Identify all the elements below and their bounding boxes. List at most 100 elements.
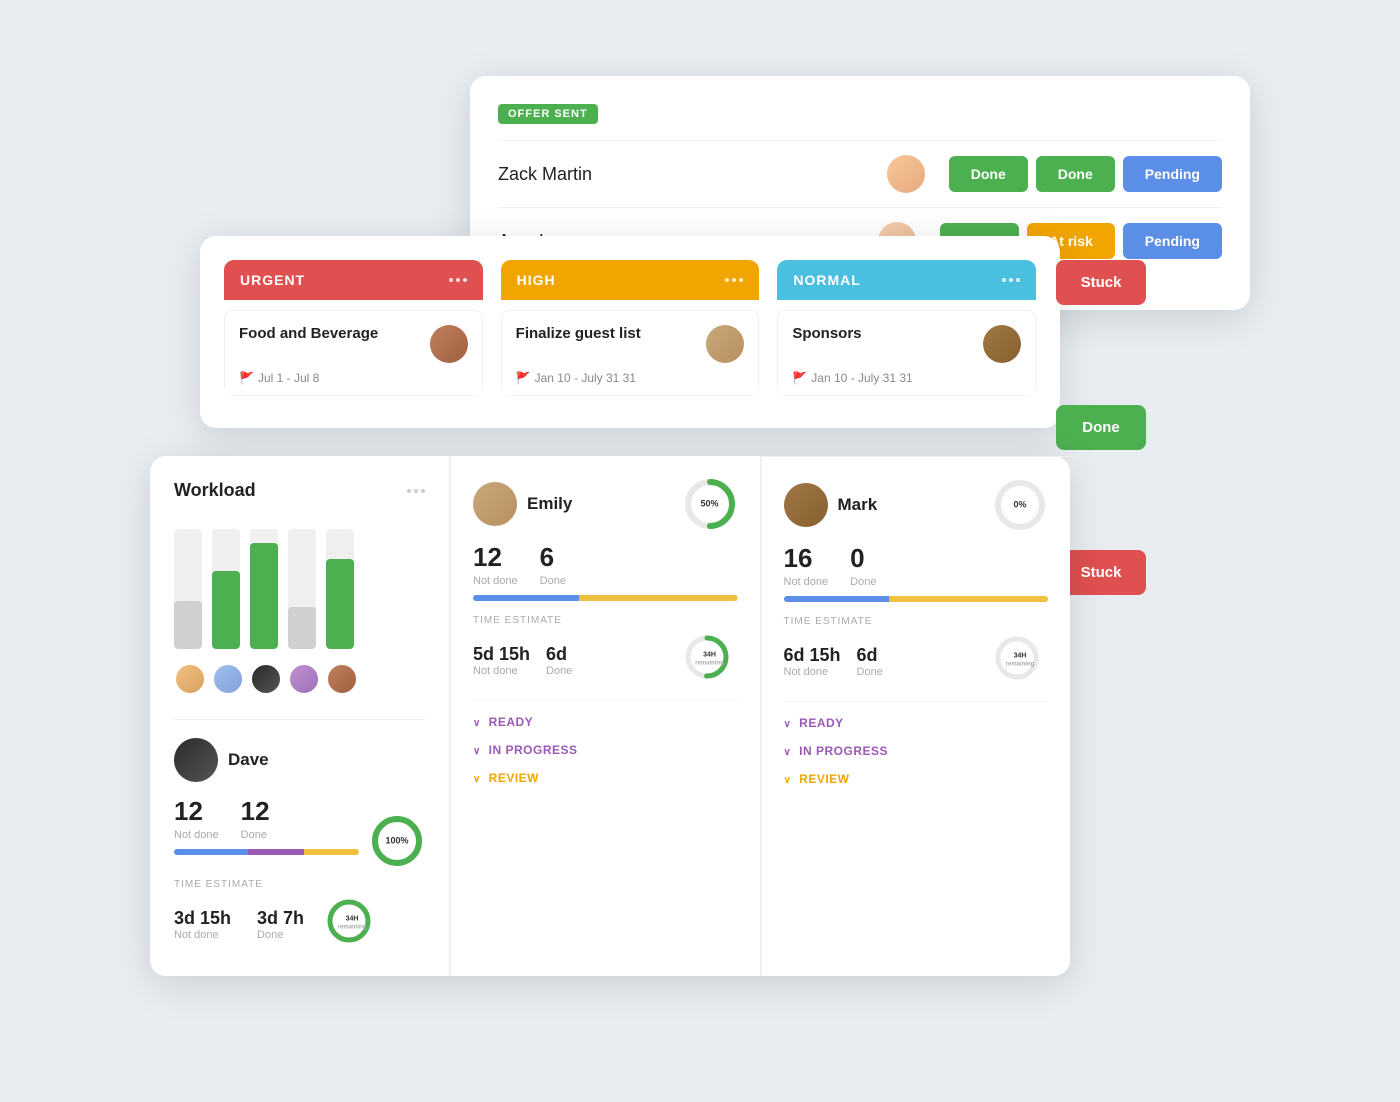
mark-ready-link[interactable]: ∨ READY (784, 712, 1049, 734)
urgent-header: URGENT (224, 260, 483, 300)
emily-remaining-donut: 34Hremaining (682, 632, 738, 688)
workload-menu[interactable] (407, 489, 425, 493)
people-panels: Emily 50% 12 Not done (450, 456, 1070, 976)
dave-name: Dave (228, 750, 269, 770)
dave-not-done-label: Not done (174, 829, 219, 841)
emily-not-done-label: Not done (473, 575, 518, 587)
emily-percent: 50% (700, 499, 718, 510)
finalize-guest-avatar (706, 325, 744, 363)
food-beverage-date: 🚩 Jul 1 - Jul 8 (239, 371, 468, 385)
emily-remaining: 34Hremaining (695, 652, 724, 669)
sponsors-title: Sponsors (792, 325, 861, 342)
workload-avatars (174, 663, 425, 695)
emily-card: Emily 50% 12 Not done (450, 456, 761, 976)
emily-name: Emily (527, 494, 572, 514)
emily-inprogress-link[interactable]: ∨ IN PROGRESS (473, 739, 738, 761)
workload-bars (174, 519, 425, 649)
avatar-5 (326, 663, 358, 695)
normal-column: NORMAL Sponsors 🚩 Jan 10 - July 31 31 (777, 260, 1036, 396)
mark-remaining: 34Hremaining (1006, 653, 1035, 670)
amy-status-3[interactable]: Pending (1123, 223, 1222, 259)
scene: OFFER SENT Zack Martin Done Done Pending… (150, 76, 1250, 1026)
workload-people-card: Workload (150, 456, 1070, 976)
sponsors-avatar (983, 325, 1021, 363)
zack-name: Zack Martin (498, 164, 875, 185)
sponsors-item[interactable]: Sponsors 🚩 Jan 10 - July 31 31 (777, 310, 1036, 396)
finalize-guest-item[interactable]: Finalize guest list 🚩 Jan 10 - July 31 3… (501, 310, 760, 396)
avatar-4 (288, 663, 320, 695)
kanban-card: URGENT Food and Beverage 🚩 Jul 1 - Jul 8 (200, 236, 1060, 428)
kanban-columns: URGENT Food and Beverage 🚩 Jul 1 - Jul 8 (224, 260, 1036, 396)
mark-donut: 0% (992, 477, 1048, 533)
workload-title: Workload (174, 480, 256, 501)
mark-not-done: 16 (784, 543, 829, 574)
emily-done-label: Done (540, 575, 566, 587)
dave-done-label: Done (241, 829, 270, 841)
high-menu[interactable] (725, 278, 743, 282)
stuck-button-top[interactable]: Stuck (1056, 260, 1146, 305)
avatar-3 (250, 663, 282, 695)
high-header: HIGH (501, 260, 760, 300)
mark-done: 0 (850, 543, 876, 574)
dave-not-done: 12 (174, 796, 219, 827)
high-column: HIGH Finalize guest list 🚩 Jan 10 - July (501, 260, 760, 396)
emily-ready-link[interactable]: ∨ READY (473, 711, 738, 733)
normal-label: NORMAL (793, 272, 860, 288)
emily-time-done: 6d (546, 644, 572, 665)
dave-time-nd-label: Not done (174, 929, 231, 941)
dave-time-not-done: 3d 15h (174, 908, 231, 929)
dave-section: Dave 12 Not done 12 Done (174, 719, 425, 952)
emily-not-done: 12 (473, 542, 518, 573)
zack-status-2[interactable]: Done (1036, 156, 1115, 192)
mark-name: Mark (838, 495, 878, 515)
food-beverage-title: Food and Beverage (239, 325, 378, 342)
mark-percent: 0% (1013, 500, 1026, 511)
dave-remaining-donut: 34Hremaining (324, 896, 380, 952)
mark-remaining-donut: 34Hremaining (992, 633, 1048, 689)
emily-review-link[interactable]: ∨ REVIEW (473, 767, 738, 789)
mark-time-not-done: 6d 15h (784, 645, 841, 666)
dave-donut: 100% (369, 813, 425, 869)
mark-not-done-label: Not done (784, 576, 829, 588)
urgent-menu[interactable] (449, 278, 467, 282)
normal-menu[interactable] (1002, 278, 1020, 282)
finalize-guest-date: 🚩 Jan 10 - July 31 31 (516, 371, 745, 385)
emily-time-not-done: 5d 15h (473, 644, 530, 665)
offer-badge: OFFER SENT (498, 104, 598, 124)
dave-time-done: 3d 7h (257, 908, 304, 929)
urgent-label: URGENT (240, 272, 305, 288)
dave-done: 12 (241, 796, 270, 827)
zack-statuses: Done Done Pending (949, 156, 1222, 192)
emily-time-label: TIME ESTIMATE (473, 615, 738, 626)
done-button[interactable]: Done (1056, 405, 1146, 450)
workload-panel: Workload (150, 456, 450, 976)
food-beverage-item[interactable]: Food and Beverage 🚩 Jul 1 - Jul 8 (224, 310, 483, 396)
emily-donut: 50% (682, 476, 738, 532)
avatar-1 (174, 663, 206, 695)
dave-avatar (174, 738, 218, 782)
avatar-2 (212, 663, 244, 695)
zack-status-1[interactable]: Done (949, 156, 1028, 192)
offer-row-zack: Zack Martin Done Done Pending (498, 140, 1222, 207)
zack-status-3[interactable]: Pending (1123, 156, 1222, 192)
dave-time-label: TIME ESTIMATE (174, 879, 425, 890)
mark-avatar (784, 483, 828, 527)
zack-avatar (887, 155, 925, 193)
mark-time-label: TIME ESTIMATE (784, 616, 1049, 627)
emily-avatar (473, 482, 517, 526)
urgent-column: URGENT Food and Beverage 🚩 Jul 1 - Jul 8 (224, 260, 483, 396)
mark-card: Mark 0% 16 Not done 0 (761, 456, 1071, 976)
dave-percent: 100% (385, 836, 408, 847)
normal-header: NORMAL (777, 260, 1036, 300)
mark-inprogress-link[interactable]: ∨ IN PROGRESS (784, 740, 1049, 762)
dave-time-d-label: Done (257, 929, 304, 941)
mark-time-done: 6d (857, 645, 883, 666)
emily-done: 6 (540, 542, 566, 573)
high-label: HIGH (517, 272, 556, 288)
finalize-guest-title: Finalize guest list (516, 325, 641, 342)
sponsors-date: 🚩 Jan 10 - July 31 31 (792, 371, 1021, 385)
mark-done-label: Done (850, 576, 876, 588)
food-beverage-avatar (430, 325, 468, 363)
mark-review-link[interactable]: ∨ REVIEW (784, 768, 1049, 790)
dave-remaining: 34Hremaining (338, 916, 367, 933)
